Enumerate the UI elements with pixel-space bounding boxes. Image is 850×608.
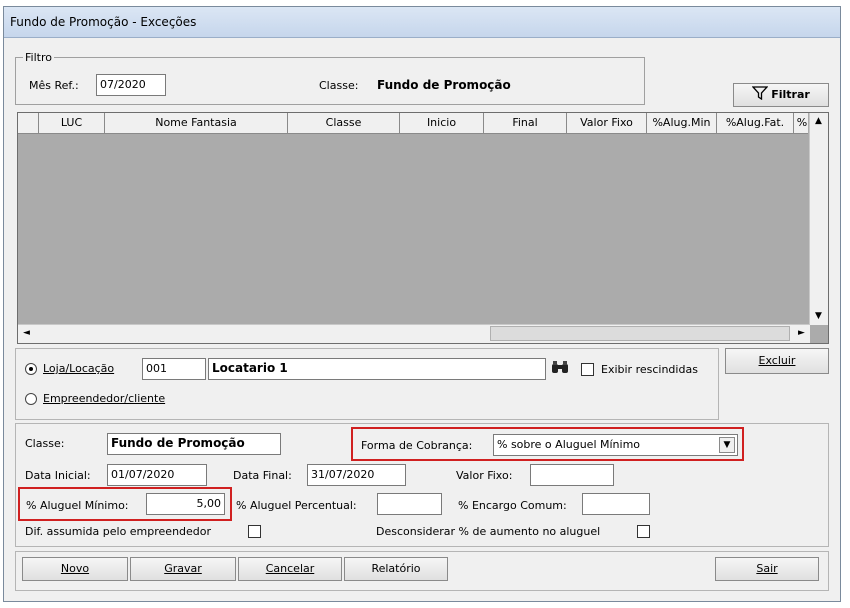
grid-indicator-col (18, 113, 39, 133)
aluguel-minimo-label: % Aluguel Mínimo: (26, 499, 129, 512)
forma-cobranca-select[interactable]: % sobre o Aluguel Mínimo ▼ (493, 434, 738, 456)
loja-code-input[interactable]: 001 (142, 358, 206, 380)
forma-cobranca-label: Forma de Cobrança: (361, 439, 473, 452)
data-final-label: Data Final: (233, 469, 292, 482)
exibir-rescindidas-checkbox[interactable] (581, 363, 594, 376)
data-final-input[interactable]: 31/07/2020 (307, 464, 406, 486)
scroll-down-icon[interactable]: ▼ (810, 308, 827, 325)
valor-fixo-label: Valor Fixo: (456, 469, 513, 482)
desconsiderar-checkbox[interactable] (637, 525, 650, 538)
sair-label: Sair (756, 562, 778, 575)
mes-ref-input[interactable]: 07/2020 (96, 74, 166, 96)
col-inicio[interactable]: Inicio (400, 113, 484, 133)
scroll-left-icon[interactable]: ◄ (18, 325, 35, 342)
encargo-comum-label: % Encargo Comum: (458, 499, 567, 512)
relatorio-button[interactable]: Relatório (344, 557, 448, 581)
gravar-button[interactable]: Gravar (130, 557, 236, 581)
cancelar-label: Cancelar (265, 562, 315, 575)
col-alug-fat[interactable]: %Alug.Fat. (717, 113, 794, 133)
chevron-down-icon[interactable]: ▼ (719, 437, 735, 453)
col-alug-min[interactable]: %Alug.Min (647, 113, 717, 133)
desconsiderar-label: Desconsiderar % de aumento no aluguel (376, 525, 601, 538)
exibir-rescindidas-label: Exibir rescindidas (601, 363, 698, 376)
aluguel-percentual-input[interactable] (377, 493, 442, 515)
col-more[interactable]: % (794, 113, 810, 133)
filtro-classe-label: Classe: (319, 79, 359, 92)
excluir-label: Excluir (758, 354, 796, 367)
sair-button[interactable]: Sair (715, 557, 819, 581)
dif-assumida-label: Dif. assumida pelo empreendedor (25, 525, 212, 538)
col-valor-fixo[interactable]: Valor Fixo (567, 113, 647, 133)
novo-label: Novo (60, 562, 90, 575)
grid-header: LUC Nome Fantasia Classe Inicio Final Va… (18, 113, 808, 134)
excecoes-grid[interactable]: LUC Nome Fantasia Classe Inicio Final Va… (17, 112, 829, 344)
data-inicial-label: Data Inicial: (25, 469, 91, 482)
gravar-label: Gravar (164, 562, 202, 575)
filtro-legend: Filtro (23, 51, 54, 64)
excluir-button[interactable]: Excluir (725, 348, 829, 374)
col-final[interactable]: Final (484, 113, 567, 133)
empreendedor-label: Empreendedor/cliente (43, 392, 166, 405)
window-title: Fundo de Promoção - Exceções (10, 15, 197, 29)
data-inicial-input[interactable]: 01/07/2020 (107, 464, 207, 486)
relatorio-label: Relatório (371, 562, 421, 575)
filtrar-label: Filtrar (771, 88, 810, 101)
loja-radio[interactable] (25, 363, 37, 375)
scroll-up-icon[interactable]: ▲ (810, 113, 827, 130)
forma-cobranca-value: % sobre o Aluguel Mínimo (497, 438, 641, 451)
dif-assumida-checkbox[interactable] (248, 525, 261, 538)
title-bar[interactable]: Fundo de Promoção - Exceções (4, 7, 840, 38)
cancelar-button[interactable]: Cancelar (238, 557, 342, 581)
loja-label: Loja/Locação (43, 362, 115, 375)
mes-ref-label: Mês Ref.: (29, 79, 79, 92)
grid-horizontal-scrollbar[interactable]: ◄ ► (18, 324, 810, 343)
scroll-right-icon[interactable]: ► (793, 325, 810, 342)
filtro-classe-value: Fundo de Promoção (377, 78, 511, 92)
col-nome-fantasia[interactable]: Nome Fantasia (105, 113, 288, 133)
detail-classe-value: Fundo de Promoção (107, 433, 281, 455)
novo-button[interactable]: Novo (22, 557, 128, 581)
main-window: Fundo de Promoção - Exceções Filtro Mês … (3, 6, 841, 602)
filter-icon (751, 86, 769, 101)
valor-fixo-input[interactable] (530, 464, 614, 486)
grid-vertical-scrollbar[interactable]: ▲ ▼ (809, 113, 828, 325)
binoculars-icon[interactable] (550, 359, 570, 379)
detail-classe-label: Classe: (25, 437, 65, 450)
col-luc[interactable]: LUC (39, 113, 105, 133)
encargo-comum-input[interactable] (582, 493, 650, 515)
loja-name-input[interactable]: Locatario 1 (208, 358, 546, 380)
aluguel-minimo-input[interactable]: 5,00 (146, 493, 225, 515)
aluguel-percentual-label: % Aluguel Percentual: (236, 499, 357, 512)
filtrar-button[interactable]: Filtrar (733, 83, 829, 107)
col-classe[interactable]: Classe (288, 113, 400, 133)
empreendedor-radio[interactable] (25, 393, 37, 405)
scroll-thumb[interactable] (490, 326, 790, 341)
